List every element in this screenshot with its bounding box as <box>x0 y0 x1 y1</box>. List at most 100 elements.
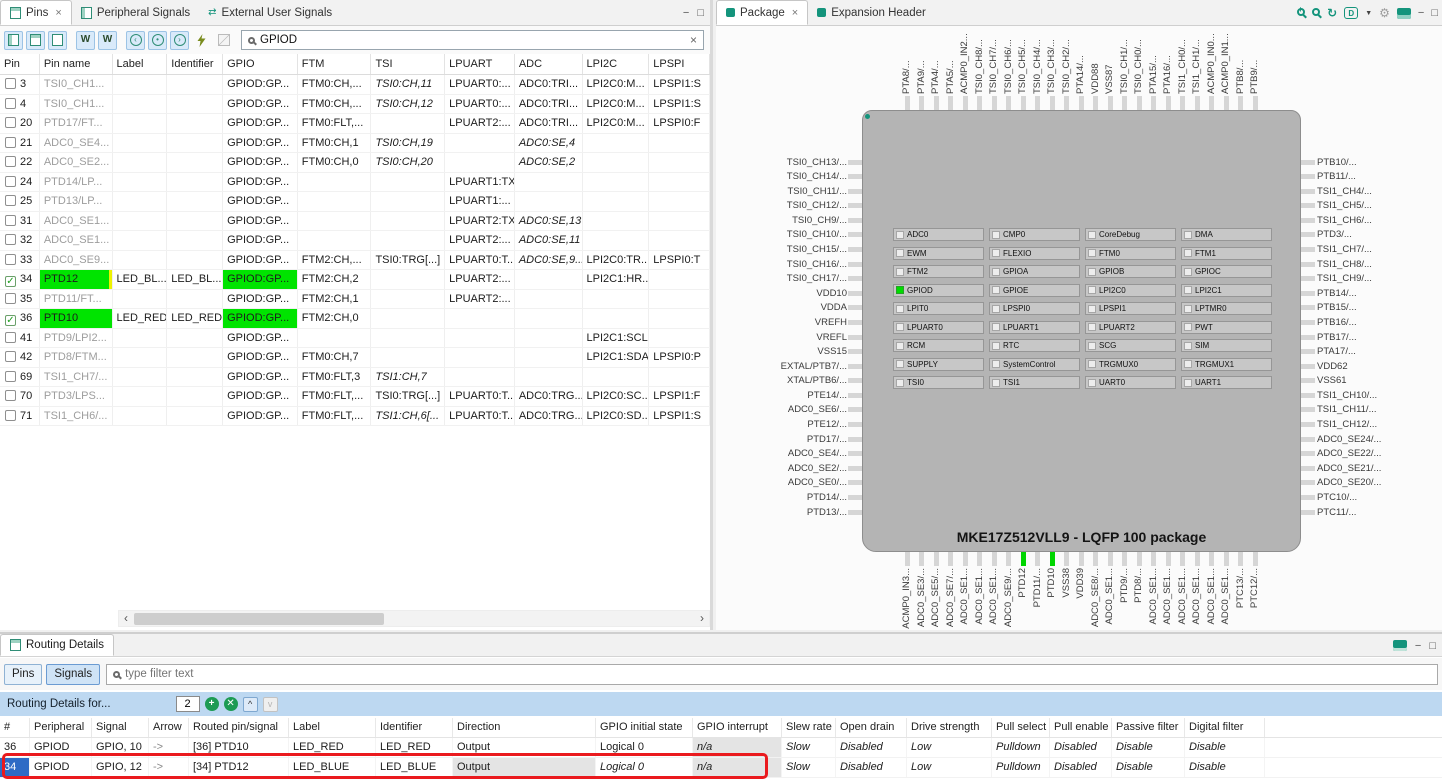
signal-cell[interactable]: LPUART2:... <box>445 231 515 250</box>
peripheral-block-trgmux0[interactable]: TRGMUX0 <box>1085 358 1176 371</box>
peripheral-block-supply[interactable]: SUPPLY <box>893 358 984 371</box>
routing-cell[interactable]: Output <box>453 738 596 757</box>
signal-cell[interactable]: TSI0:TRG[...] <box>371 387 445 406</box>
signal-cell[interactable] <box>167 251 223 270</box>
signal-cell[interactable] <box>167 212 223 231</box>
peripheral-block-coredebug[interactable]: CoreDebug <box>1085 228 1176 241</box>
routing-cell[interactable]: [34] PTD12 <box>189 758 289 777</box>
signal-cell[interactable] <box>371 212 445 231</box>
routing-cell[interactable]: Logical 0 <box>596 738 693 757</box>
signal-cell[interactable] <box>583 309 650 328</box>
routing-cell[interactable]: Disable <box>1112 758 1185 777</box>
signal-cell[interactable] <box>649 192 710 211</box>
peripheral-block-uart0[interactable]: UART0 <box>1085 376 1176 389</box>
signal-cell[interactable]: GPIOD:GP... <box>223 192 298 211</box>
filter-signals-button[interactable]: Signals <box>46 664 100 685</box>
signal-cell[interactable] <box>371 270 445 289</box>
signal-cell[interactable]: GPIOD:GP... <box>223 290 298 309</box>
peripheral-block-ftm0[interactable]: FTM0 <box>1085 247 1176 260</box>
signal-cell[interactable] <box>167 134 223 153</box>
signal-cell[interactable]: ADC0:TRG... <box>515 387 583 406</box>
signal-cell[interactable] <box>371 114 445 133</box>
pins-table-row[interactable]: 4TSI0_CH1...GPIOD:GP...FTM0:CH,...TSI0:C… <box>0 95 710 115</box>
show-rows-button[interactable] <box>26 31 45 50</box>
pin-checkbox[interactable] <box>5 176 16 187</box>
signal-cell[interactable]: LED_BL... <box>113 270 168 289</box>
routing-cell[interactable]: LED_RED <box>376 738 453 757</box>
routing-cell[interactable]: -> <box>149 738 189 757</box>
pin-checkbox[interactable]: ✓ <box>5 315 16 326</box>
signal-cell[interactable]: LPSPI0:P <box>649 348 710 367</box>
signal-cell[interactable] <box>113 153 168 172</box>
maximize-icon[interactable]: □ <box>697 7 704 19</box>
peripheral-block-tsi0[interactable]: TSI0 <box>893 376 984 389</box>
routing-cell[interactable]: Disabled <box>1050 738 1112 757</box>
signal-cell[interactable]: TSI0:TRG[...] <box>371 251 445 270</box>
routing-column-header[interactable]: Drive strength <box>907 718 992 737</box>
signal-cell[interactable]: FTM0:FLT,... <box>298 387 372 406</box>
signal-cell[interactable]: GPIOD:GP... <box>223 270 298 289</box>
signal-cell[interactable] <box>167 348 223 367</box>
tab-routing-details[interactable]: Routing Details <box>0 634 114 656</box>
signal-cell[interactable]: LPSPI1:S <box>649 407 710 426</box>
signal-cell[interactable]: LPSPI0:T <box>649 251 710 270</box>
signal-cell[interactable] <box>113 387 168 406</box>
signal-cell[interactable] <box>515 270 583 289</box>
routing-column-header[interactable]: Pull enable <box>1050 718 1112 737</box>
scroll-left-icon[interactable]: ‹ <box>119 612 133 625</box>
show-pins-columns-button[interactable] <box>4 31 23 50</box>
signal-cell[interactable] <box>649 134 710 153</box>
routing-cell[interactable]: LED_BLUE <box>376 758 453 777</box>
signal-cell[interactable]: LPI2C0:M... <box>583 75 650 94</box>
pins-column-header[interactable]: GPIO <box>223 54 298 74</box>
signal-cell[interactable]: FTM2:CH,1 <box>298 290 372 309</box>
signal-cell[interactable] <box>371 231 445 250</box>
signal-cell[interactable] <box>649 290 710 309</box>
pin-checkbox[interactable] <box>5 410 16 421</box>
signal-cell[interactable]: ADC0_SE1... <box>40 231 113 250</box>
signal-cell[interactable] <box>167 114 223 133</box>
peripheral-block-flexio[interactable]: FLEXIO <box>989 247 1080 260</box>
signal-cell[interactable] <box>583 173 650 192</box>
signal-cell[interactable] <box>583 134 650 153</box>
signal-cell[interactable] <box>649 368 710 387</box>
peripheral-block-gpiod[interactable]: GPIOD <box>893 284 984 297</box>
signal-cell[interactable] <box>113 290 168 309</box>
pins-column-header[interactable]: LPUART <box>445 54 515 74</box>
signal-cell[interactable] <box>649 270 710 289</box>
clear-filter-button-disabled[interactable] <box>214 31 233 50</box>
signal-cell[interactable] <box>649 329 710 348</box>
quick-route-button[interactable] <box>192 31 211 50</box>
signal-cell[interactable]: TSI0:CH,19 <box>371 134 445 153</box>
signal-cell[interactable]: LPI2C0:TR... <box>583 251 650 270</box>
signal-cell[interactable] <box>445 153 515 172</box>
signal-cell[interactable] <box>583 153 650 172</box>
signal-cell[interactable]: PTD10 <box>40 309 113 328</box>
signal-cell[interactable]: PTD9/LPI2... <box>40 329 113 348</box>
peripheral-block-cmp0[interactable]: CMP0 <box>989 228 1080 241</box>
peripheral-block-scg[interactable]: SCG <box>1085 339 1176 352</box>
peripheral-block-lpspi0[interactable]: LPSPI0 <box>989 302 1080 315</box>
signal-cell[interactable]: PTD17/FT... <box>40 114 113 133</box>
signal-cell[interactable] <box>113 95 168 114</box>
routing-table-row[interactable]: 36GPIODGPIO, 10->[36] PTD10LED_REDLED_RE… <box>0 738 1442 758</box>
signal-cell[interactable] <box>371 348 445 367</box>
signal-cell[interactable]: GPIOD:GP... <box>223 153 298 172</box>
minimize-icon[interactable]: − <box>683 7 689 19</box>
signal-cell[interactable]: LPSPI1:S <box>649 75 710 94</box>
show-empty-table-button[interactable] <box>48 31 67 50</box>
signal-cell[interactable]: LPUART0:... <box>445 75 515 94</box>
peripheral-block-pwt[interactable]: PWT <box>1181 321 1272 334</box>
signal-cell[interactable]: LPSPI1:F <box>649 387 710 406</box>
routing-cell[interactable]: Slow <box>782 758 836 777</box>
route-next-button[interactable]: › <box>170 31 189 50</box>
routing-cell[interactable]: LED_RED <box>289 738 376 757</box>
signal-cell[interactable] <box>167 153 223 172</box>
signal-cell[interactable]: LPI2C0:M... <box>583 114 650 133</box>
routing-cell[interactable]: Disable <box>1185 738 1265 757</box>
peripheral-block-lpuart2[interactable]: LPUART2 <box>1085 321 1176 334</box>
peripheral-block-lpi2c1[interactable]: LPI2C1 <box>1181 284 1272 297</box>
signal-cell[interactable]: GPIOD:GP... <box>223 309 298 328</box>
signal-cell[interactable] <box>298 329 372 348</box>
signal-cell[interactable]: TSI1:CH,6[... <box>371 407 445 426</box>
